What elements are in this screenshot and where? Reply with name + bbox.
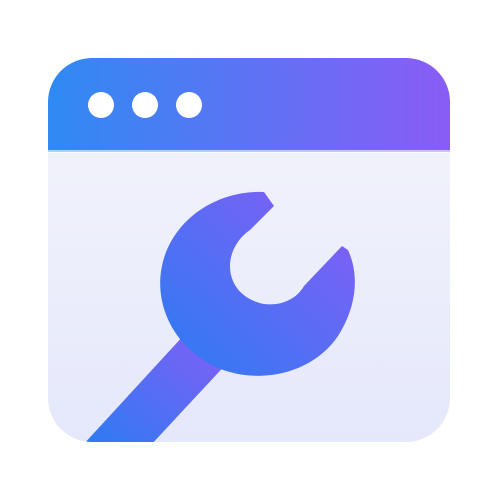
titlebar-divider xyxy=(48,150,450,153)
window-dot-2 xyxy=(132,92,158,118)
browser-settings-app-icon xyxy=(48,58,450,442)
window-dot-3 xyxy=(176,92,202,118)
icon-stage xyxy=(0,0,500,500)
window-dot-1 xyxy=(88,92,114,118)
